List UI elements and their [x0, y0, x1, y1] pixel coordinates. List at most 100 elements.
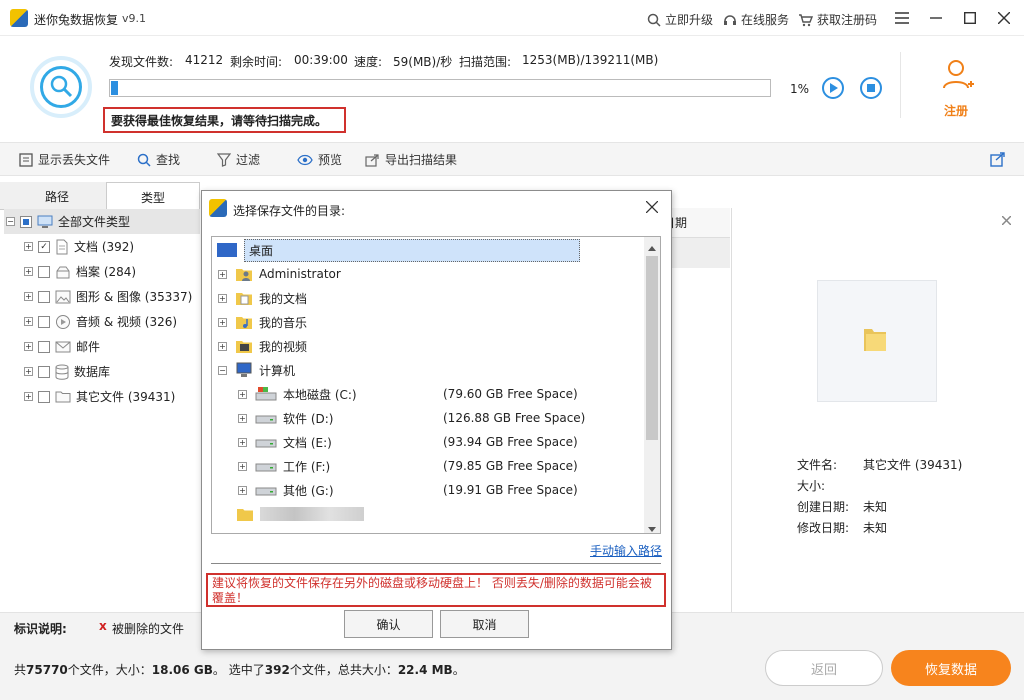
get-code-link[interactable]: 获取注册码: [798, 11, 877, 28]
tree-item-archives[interactable]: + 档案 (284): [24, 259, 136, 284]
find-button[interactable]: 查找: [137, 151, 180, 168]
close-preview-button[interactable]: [1001, 214, 1012, 229]
music-folder-icon: [236, 317, 252, 329]
tree-item-mail[interactable]: + 邮件: [24, 334, 100, 359]
expand-icon[interactable]: +: [238, 437, 247, 447]
dir-item-drive-e[interactable]: + 文档 (E:) (93.94 GB Free Space): [212, 430, 660, 454]
expand-icon[interactable]: +: [24, 267, 33, 276]
expand-icon[interactable]: +: [24, 242, 33, 251]
dialog-close-button[interactable]: [645, 198, 659, 217]
dir-item-my-documents[interactable]: + 我的文档: [212, 286, 660, 310]
dir-item-drive-g[interactable]: + 其他 (G:) (19.91 GB Free Space): [212, 478, 660, 502]
checkbox[interactable]: [38, 315, 50, 328]
dir-item-blurred[interactable]: [212, 502, 660, 526]
register-button[interactable]: 注册: [930, 55, 986, 121]
back-button[interactable]: 返回: [765, 650, 883, 686]
dir-item-label: 文档 (E:): [283, 435, 332, 450]
expand-icon[interactable]: +: [218, 269, 227, 279]
expand-icon[interactable]: +: [24, 367, 33, 376]
find-label: 查找: [156, 153, 181, 167]
expand-icon[interactable]: +: [24, 317, 33, 326]
online-service-link[interactable]: 在线服务: [723, 11, 789, 28]
headset-icon: [724, 14, 736, 25]
recover-data-button[interactable]: 恢复数据: [891, 650, 1011, 686]
drive-icon: [255, 463, 277, 472]
confirm-button[interactable]: 确认: [344, 610, 433, 638]
dir-item-drive-f[interactable]: + 工作 (F:) (79.85 GB Free Space): [212, 454, 660, 478]
show-lost-files-button[interactable]: 显示丢失文件: [19, 151, 110, 168]
checkbox-partial[interactable]: [20, 215, 32, 228]
tree-item-label: 其它文件 (39431): [76, 390, 176, 404]
directory-tree[interactable]: 桌面 + Administrator + 我的文档 + 我的音乐 + 我的视频 …: [211, 236, 661, 534]
maximize-button[interactable]: [958, 6, 982, 30]
dir-item-my-music[interactable]: + 我的音乐: [212, 310, 660, 334]
dir-item-my-videos[interactable]: + 我的视频: [212, 334, 660, 358]
dir-item-partial[interactable]: [212, 526, 660, 533]
tree-item-all-types[interactable]: − 全部文件类型: [4, 209, 200, 234]
upgrade-link[interactable]: 立即升级: [647, 11, 713, 28]
tree-item-documents[interactable]: + ✓ 文档 (392): [24, 234, 134, 259]
close-button[interactable]: [992, 6, 1016, 30]
drive-icon: [255, 487, 277, 496]
export-scan-button[interactable]: 导出扫描结果: [365, 151, 457, 168]
dir-item-drive-c[interactable]: + 本地磁盘 (C:) (79.60 GB Free Space): [212, 382, 660, 406]
tree-item-label: 文档 (392): [74, 240, 135, 254]
expand-icon[interactable]: +: [24, 392, 33, 401]
summary-text: 共75770个文件，大小：18.06 GB。 选中了392个文件，总共大小：22…: [14, 661, 465, 678]
scroll-down-button[interactable]: [648, 522, 656, 536]
checkbox[interactable]: [38, 290, 50, 303]
share-button[interactable]: [990, 151, 1006, 170]
expand-icon[interactable]: +: [218, 317, 227, 327]
menu-button[interactable]: [890, 6, 914, 30]
collapse-icon[interactable]: −: [218, 365, 227, 375]
free-space: (93.94 GB Free Space): [443, 435, 578, 449]
checkbox-checked[interactable]: ✓: [38, 240, 50, 253]
expand-icon[interactable]: +: [218, 341, 227, 351]
dir-item-drive-d[interactable]: + 软件 (D:) (126.88 GB Free Space): [212, 406, 660, 430]
cancel-button[interactable]: 取消: [440, 610, 529, 638]
scrollbar-thumb[interactable]: [646, 256, 658, 440]
tab-path[interactable]: 路径: [10, 182, 104, 210]
export-icon: [365, 153, 379, 167]
dir-item-desktop[interactable]: 桌面: [212, 238, 660, 262]
file-list-row[interactable]: [670, 238, 730, 268]
blurred-label: [260, 507, 364, 521]
checkbox[interactable]: [38, 340, 50, 353]
expand-icon[interactable]: −: [6, 217, 15, 226]
scroll-up-button[interactable]: [648, 240, 656, 254]
tree-item-images[interactable]: + 图形 & 图像 (35337): [24, 284, 192, 309]
resume-button[interactable]: [822, 77, 844, 99]
expand-icon[interactable]: +: [238, 389, 247, 399]
tree-item-audio-video[interactable]: + 音频 & 视频 (326): [24, 309, 177, 334]
dir-item-label: 计算机: [259, 363, 296, 378]
export-scan-label: 导出扫描结果: [385, 153, 458, 167]
stop-button[interactable]: [860, 77, 882, 99]
drive-icon: [255, 415, 277, 424]
preview-button[interactable]: 预览: [297, 151, 342, 168]
dir-item-label: 软件 (D:): [283, 411, 334, 426]
expand-icon[interactable]: +: [238, 485, 247, 495]
play-icon: [829, 83, 838, 93]
minimize-button[interactable]: [924, 6, 948, 30]
expand-icon[interactable]: +: [238, 461, 247, 471]
checkbox[interactable]: [38, 390, 50, 403]
tab-type[interactable]: 类型: [106, 182, 200, 211]
expand-icon[interactable]: +: [218, 293, 227, 303]
expand-icon[interactable]: +: [24, 342, 33, 351]
tree-item-label: 档案 (284): [76, 265, 137, 279]
tree-item-other-files[interactable]: + 其它文件 (39431): [24, 384, 175, 409]
tree-item-database[interactable]: + 数据库: [24, 359, 110, 384]
manual-path-link[interactable]: 手动输入路径: [590, 542, 662, 559]
expand-icon[interactable]: +: [238, 413, 247, 423]
checkbox[interactable]: [38, 265, 50, 278]
dir-item-administrator[interactable]: + Administrator: [212, 262, 660, 286]
dir-item-label: 我的音乐: [259, 315, 308, 330]
minimize-icon: [930, 17, 942, 19]
legend-label: 标识说明:: [14, 622, 67, 636]
free-space: (79.60 GB Free Space): [443, 387, 578, 401]
dir-item-computer[interactable]: − 计算机: [212, 358, 660, 382]
video-folder-icon: [236, 341, 252, 353]
filter-button[interactable]: 过滤: [217, 151, 260, 168]
expand-icon[interactable]: +: [24, 292, 33, 301]
checkbox[interactable]: [38, 365, 50, 378]
